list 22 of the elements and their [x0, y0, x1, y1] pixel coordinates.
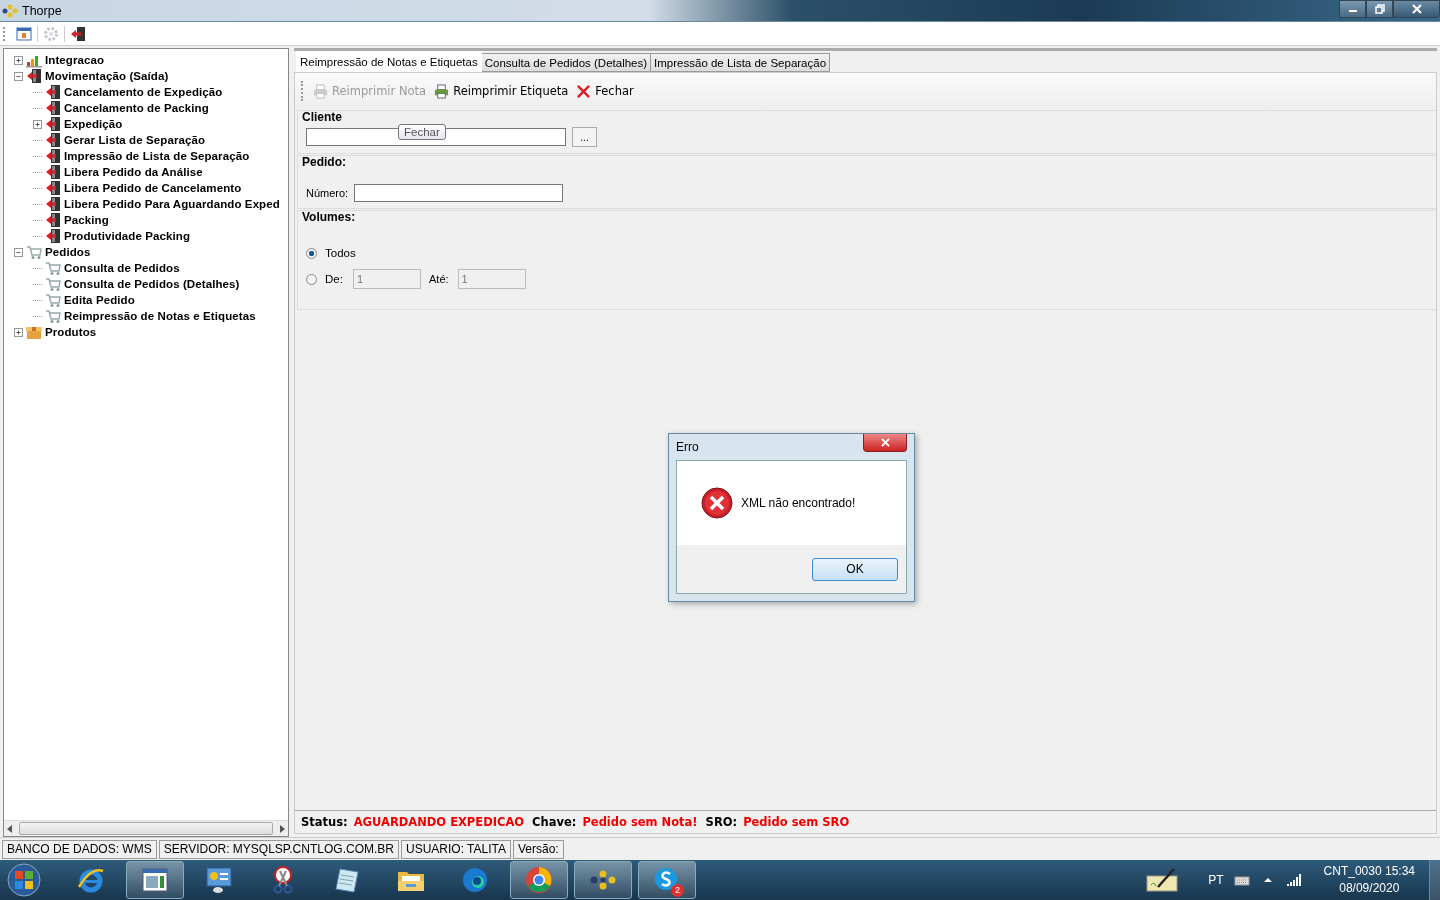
status-label: Status: — [301, 815, 348, 829]
dialog-title: Erro — [676, 440, 700, 454]
status-bar-panel: USUARIO: TALITA — [400, 840, 511, 859]
clock-time: CNT_0030 15:34 — [1323, 863, 1415, 880]
status-label: Chave: — [532, 815, 577, 829]
status-value: AGUARDANDO EXPEDICAO — [353, 815, 525, 829]
field-label: Até: — [429, 273, 449, 285]
notification-badge: 2 — [671, 884, 684, 897]
status-bar-panel: BANCO DE DADOS: WMS — [2, 840, 157, 859]
group-title: Cliente — [301, 109, 343, 125]
status-value: Pedido sem SRO — [743, 815, 850, 829]
window-title: Thorpe — [22, 3, 62, 18]
status-bar-panel: SERVIDOR: MYSQLSP.CNTLOG.COM.BR — [158, 840, 399, 859]
group-title: Volumes: — [301, 209, 357, 225]
status-value: Pedido sem Nota! — [582, 815, 698, 829]
clock-date: 08/09/2020 — [1339, 880, 1400, 897]
tooltip: Fechar — [398, 124, 446, 140]
status-label: SRO: — [705, 815, 738, 829]
status-bar-panel: Versão: — [513, 840, 564, 859]
field-label: Número: — [306, 187, 349, 199]
group-title: Pedido: — [301, 154, 347, 170]
error-message: XML não encontrado! — [741, 496, 856, 510]
